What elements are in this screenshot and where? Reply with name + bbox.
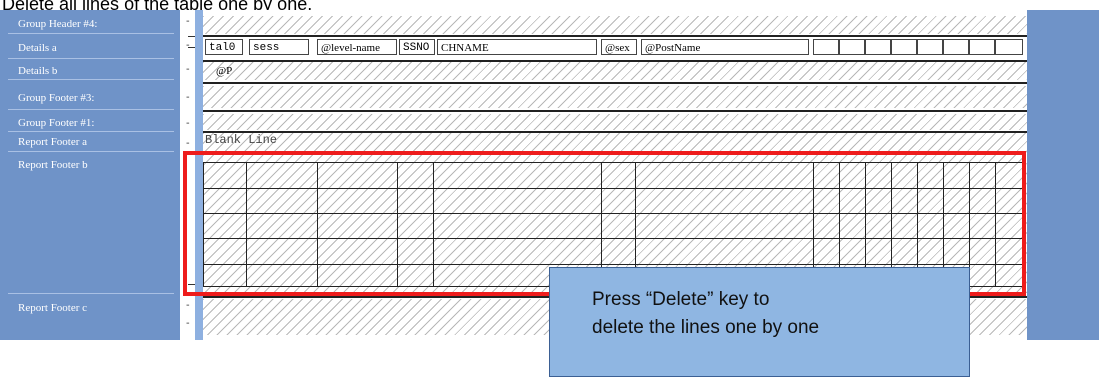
table-cell[interactable]: [943, 39, 969, 55]
section-label-report-footer-b[interactable]: Report Footer b: [8, 152, 174, 294]
blank-line-label[interactable]: Blank Line: [205, 133, 277, 147]
band-details-b[interactable]: @P: [203, 62, 1027, 80]
band-group-footer-1[interactable]: [203, 114, 1027, 130]
table-cell[interactable]: [917, 39, 943, 55]
table-cell[interactable]: [995, 39, 1023, 55]
table-cell[interactable]: [969, 39, 995, 55]
band-report-footer-a[interactable]: Blank Line: [203, 133, 1027, 153]
section-label-group-header-4[interactable]: Group Header #4:: [8, 14, 174, 34]
section-label-report-footer-c[interactable]: Report Footer c: [8, 296, 174, 320]
field-level-name[interactable]: @level-name: [317, 39, 397, 55]
section-label-details-b[interactable]: Details b: [8, 62, 174, 80]
callout-text: Press “Delete” key to delete the lines o…: [592, 289, 820, 338]
band-group-header-4[interactable]: [203, 16, 1027, 34]
field-postname[interactable]: @PostName: [641, 39, 809, 55]
gutter-dash: -: [186, 64, 190, 75]
instruction-callout: Press “Delete” key to delete the lines o…: [549, 267, 970, 377]
field-sess[interactable]: sess: [249, 39, 309, 55]
gutter-dash: -: [186, 318, 190, 329]
band-separator: [203, 110, 1027, 112]
band-separator: [203, 82, 1027, 84]
section-label-group-footer-1[interactable]: Group Footer #1:: [8, 114, 174, 132]
section-label-group-footer-3[interactable]: Group Footer #3:: [8, 86, 174, 110]
section-label-details-a[interactable]: Details a: [8, 37, 174, 59]
field-p[interactable]: @P: [213, 63, 243, 79]
gutter-dash: -: [186, 92, 190, 103]
section-label-report-footer-a[interactable]: Report Footer a: [8, 132, 174, 152]
band-group-footer-3[interactable]: [203, 86, 1027, 108]
table-cell[interactable]: [865, 39, 891, 55]
table-cell[interactable]: [813, 39, 839, 55]
gutter-dash: -: [186, 118, 190, 129]
field-chname[interactable]: CHNAME: [437, 39, 597, 55]
band-details-a[interactable]: tal0 sess @level-name SSNO CHNAME @sex @…: [203, 37, 1027, 59]
section-labels-column: Group Header #4: Details a Details b Gro…: [8, 10, 176, 340]
field-sex[interactable]: @sex: [601, 39, 637, 55]
table-cell[interactable]: [839, 39, 865, 55]
field-tal0[interactable]: tal0: [205, 39, 243, 55]
field-ssno[interactable]: SSNO: [399, 39, 435, 55]
table-cell[interactable]: [891, 39, 917, 55]
gutter-dash: -: [186, 300, 190, 311]
gutter-dash: -: [186, 138, 190, 149]
gutter-dash: -: [186, 16, 190, 27]
